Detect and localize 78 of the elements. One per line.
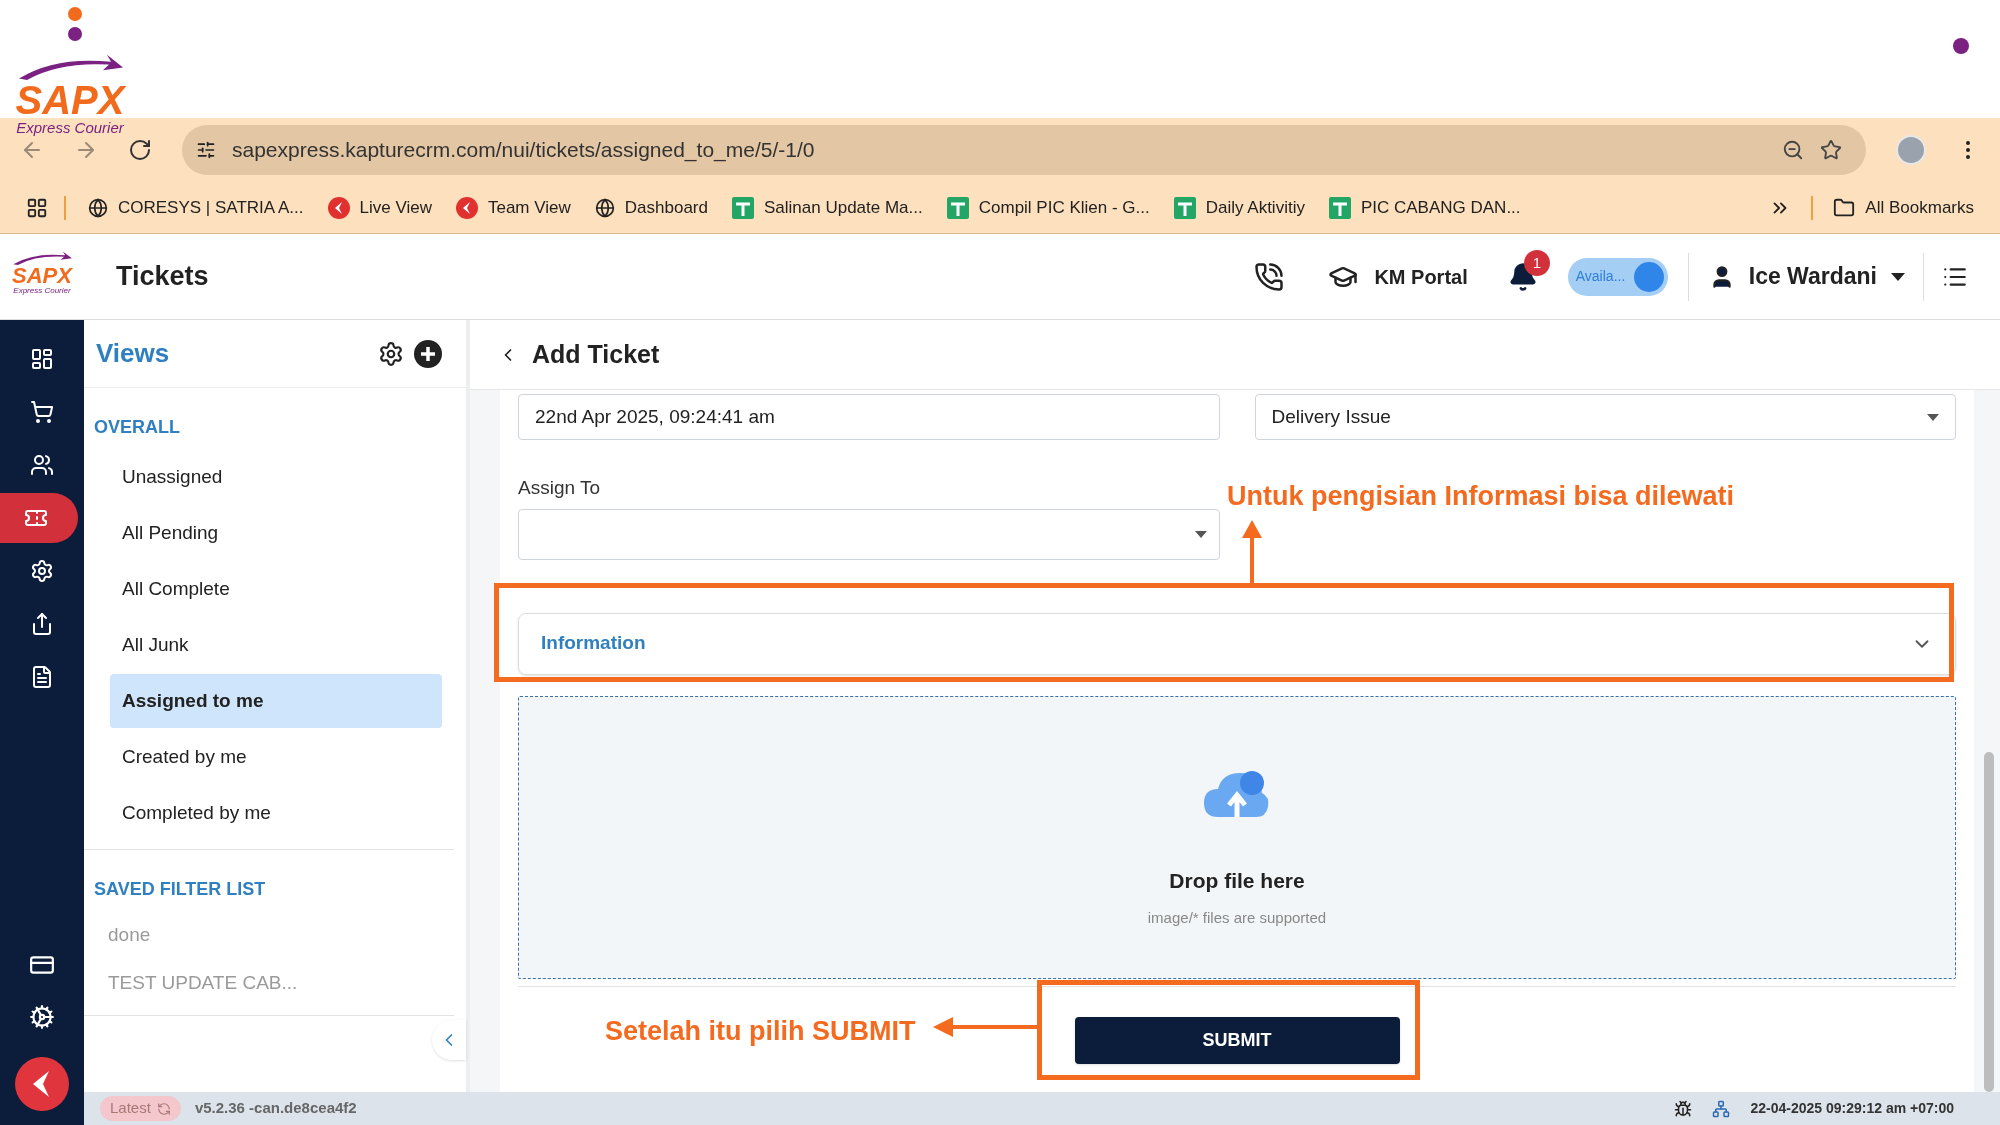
network-icon[interactable] [1712,1099,1731,1118]
bookmark-star-icon[interactable] [1820,139,1842,161]
nav-rail-item[interactable] [0,492,78,543]
page-title: Tickets [116,260,209,294]
sheet-icon [1328,196,1351,219]
kapture-icon [327,196,350,219]
views-title: Views [96,337,171,370]
information-section[interactable]: Information [518,612,1956,675]
people-icon [30,452,54,477]
caret-icon [1927,413,1939,421]
logo-tagline: Express Courier [16,120,124,135]
history-icon [156,1101,171,1116]
notification-badge: 1 [1523,249,1551,276]
drop-title: Drop file here [1169,868,1305,894]
drop-hint: image/* files are supported [1147,907,1327,928]
settings-icon[interactable] [378,340,404,367]
dropdown-field[interactable] [518,508,1220,560]
view-item[interactable]: All Pending [110,506,442,560]
bookmark-item[interactable]: CORESYS | SATRIA A... [88,194,304,221]
view-item[interactable]: All Complete [110,562,442,616]
bookmark-item[interactable]: Compil PIC Klien - G... [946,194,1150,221]
sheet-icon [731,196,754,219]
annotation-text: Untuk pengisian Informasi bisa dilewati [1227,480,1735,513]
version-badge: Latest [100,1096,181,1121]
sheet-icon [1173,196,1196,219]
section-heading: OVERALL [94,416,181,439]
field-label: Assign To [518,476,601,500]
add-icon[interactable] [414,339,442,368]
kapture-icon [455,196,478,219]
km-portal-link[interactable]: KM Portal [1328,261,1468,292]
site-info-icon[interactable] [196,140,216,160]
globe-icon [88,197,108,218]
reload-icon[interactable] [128,138,152,162]
apps-icon[interactable] [26,196,48,219]
view-item[interactable]: Unassigned [110,450,442,504]
bookmark-item[interactable]: Dashboard [594,194,708,221]
status-datetime: 22-04-2025 09:29:12 am +07:00 [1750,1099,1954,1118]
gears-icon [29,1004,55,1030]
input-field[interactable]: 22nd Apr 2025, 09:24:41 am [518,394,1220,440]
version-text: v5.2.36 -can.de8cea4f2 [194,1098,357,1119]
dashboard-icon [30,346,54,371]
folder-icon [1833,196,1856,219]
view-item[interactable]: All Junk [110,618,442,672]
annotation-text: Setelah itu pilih SUBMIT [605,1015,916,1048]
callout-arrow [1242,520,1262,583]
address-bar[interactable]: sapexpress.kapturecrm.com/nui/tickets/assigned_to_me/5/-1/0 [182,125,1866,175]
bookmark-item[interactable]: Daily Aktivitiy [1173,194,1305,221]
logo-text: SAPX [12,264,72,287]
section-heading: SAVED FILTER LIST [94,878,267,901]
bug-icon[interactable] [1674,1099,1693,1118]
logo-text: SAPX [15,80,125,120]
caret-icon [1891,272,1905,281]
caret-icon [1194,530,1207,538]
form-title: Add Ticket [532,338,660,370]
dropdown-field[interactable]: Delivery Issue [1254,394,1956,440]
user-menu[interactable]: Ice Wardani [1708,259,1905,294]
phone-icon[interactable] [1254,261,1285,292]
all-bookmarks-button[interactable]: All Bookmarks [1833,194,1974,221]
brand-logo-icon[interactable] [15,1057,69,1111]
bookmark-item[interactable]: Team View [455,194,571,221]
submit-button[interactable]: SUBMIT [1074,1016,1400,1064]
bookmark-item[interactable]: PIC CABANG DAN... [1328,194,1521,221]
url-text: sapexpress.kapturecrm.com/nui/tickets/assigned_to_me/5/-1/0 [232,137,816,164]
zoom-icon[interactable] [1782,139,1804,161]
sheet-icon [946,196,969,219]
document-icon [30,664,54,689]
settings-icon [30,558,54,583]
export-icon [30,611,54,636]
cart-icon [30,399,54,424]
logo-tagline: Express Courier [13,286,71,295]
globe-icon [594,197,615,218]
view-item[interactable]: Created by me [110,730,442,784]
bookmark-item[interactable]: Salinan Update Ma... [731,194,923,221]
bookmark-item[interactable]: Live View [327,194,432,221]
view-item[interactable]: Assigned to me [110,674,442,728]
view-item[interactable]: Completed by me [110,786,442,840]
drop-zone[interactable]: Drop file here image/* files are supported [518,695,1956,979]
scrollbar[interactable] [1984,752,1994,1092]
